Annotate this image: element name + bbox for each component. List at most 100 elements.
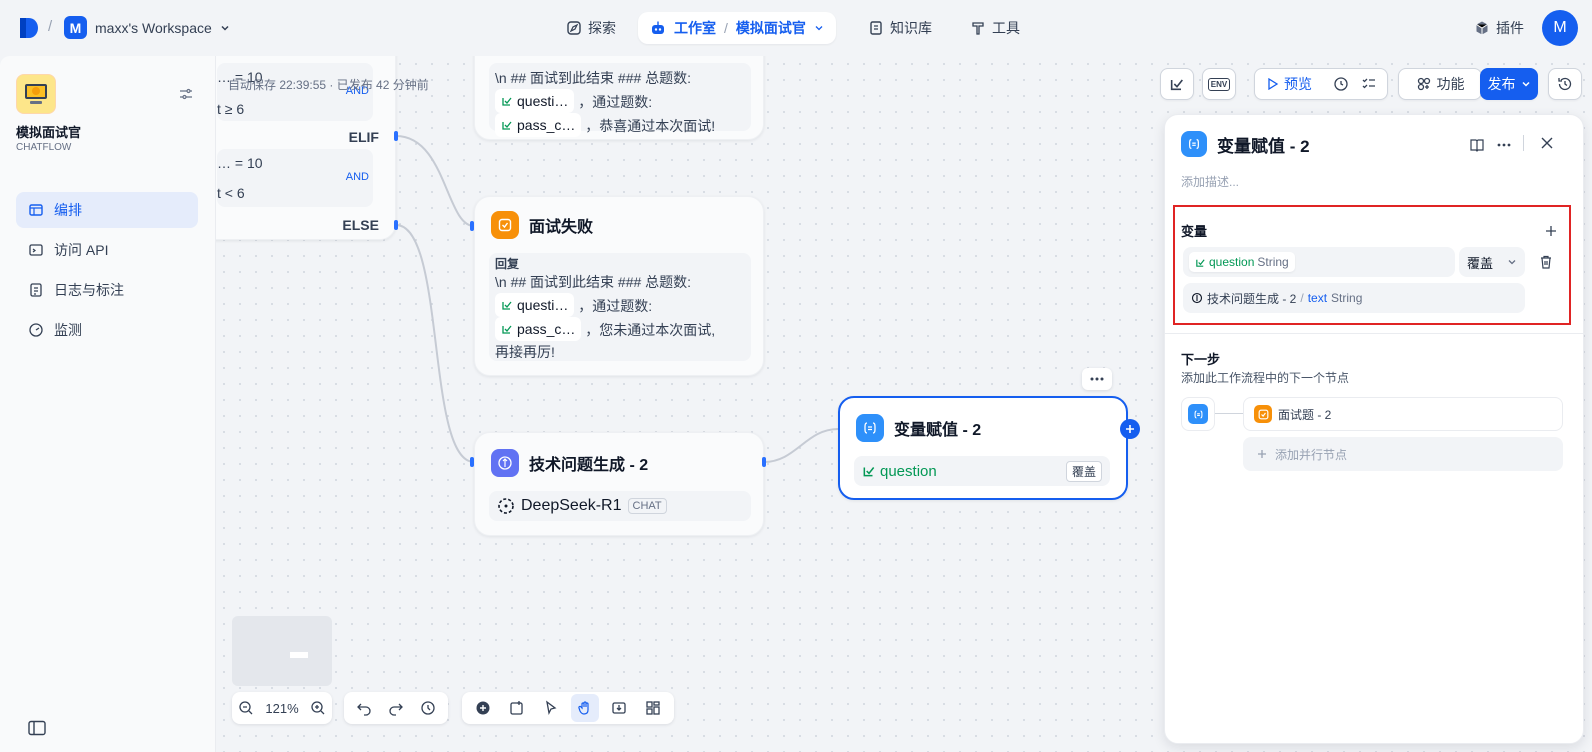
features-button[interactable]: 功能 [1398, 68, 1482, 100]
plus-circle-icon [476, 701, 490, 715]
answer-line-1: \n ## 面试到此结束 ### 总题数: [495, 274, 692, 290]
description-input[interactable]: 添加描述... [1181, 173, 1239, 190]
redo-icon [389, 703, 403, 716]
answer-text: ，通过题数: [578, 94, 653, 110]
redo-button[interactable] [382, 694, 410, 722]
assigned-variable: question 覆盖 [854, 456, 1110, 486]
panel-title[interactable]: 变量赋值 - 2 [1217, 132, 1310, 157]
version-history-button[interactable] [1548, 68, 1582, 100]
llm-icon [491, 449, 519, 477]
minimap[interactable] [232, 616, 332, 686]
layout-icon [29, 204, 43, 216]
top-navigation-bar: / M maxx's Workspace 探索 工作室 / 模拟面试官 知识库 … [0, 0, 1592, 56]
sidebar-item-api[interactable]: 访问 API [16, 232, 198, 268]
variable-name: question [1209, 255, 1255, 269]
nav-studio-label: 工作室 [674, 20, 716, 36]
answer-fail-node[interactable]: 面试失败 回复 \n ## 面试到此结束 ### 总题数: questi… ，通… [474, 196, 764, 376]
node-title-label: 变量赋值 - 2 [894, 422, 982, 439]
assigned-variable-selector[interactable]: question String [1183, 247, 1455, 277]
answer-text: ，您未通过本次面试, [585, 322, 716, 338]
add-node-button[interactable] [469, 694, 497, 722]
workspace-name: maxx's Workspace [95, 19, 212, 36]
source-variable-selector[interactable]: 技术问题生成 - 2 / text String [1183, 283, 1525, 313]
answer-text: ，通过题数: [578, 298, 653, 314]
settings-sliders-icon[interactable] [178, 86, 194, 102]
condition-4: t < 6 [217, 185, 245, 201]
user-avatar[interactable]: M [1542, 10, 1578, 46]
plus-icon[interactable] [1545, 225, 1557, 237]
next-node-item[interactable]: 面试题 - 2 [1243, 397, 1563, 431]
robot-icon [652, 21, 664, 34]
breadcrumb-separator: / [48, 18, 53, 35]
and-label: AND [345, 171, 369, 183]
zoom-out-icon[interactable] [238, 700, 254, 716]
nav-tools-label: 工具 [992, 20, 1020, 36]
checklist-button[interactable] [1361, 76, 1377, 92]
llm-node[interactable]: 技术问题生成 - 2 DeepSeek-R1 CHAT [474, 432, 764, 536]
variable-inspect-button[interactable] [1160, 68, 1194, 100]
pointer-mode-button[interactable] [537, 694, 565, 722]
variable-icon [502, 97, 512, 106]
workspace-switcher[interactable]: M maxx's Workspace [64, 16, 230, 39]
plus-icon [1258, 450, 1266, 458]
app-icon [16, 74, 56, 114]
elif-handle[interactable] [394, 131, 398, 141]
undo-button[interactable] [350, 694, 378, 722]
env-button[interactable]: ENV [1202, 68, 1236, 100]
answer-icon [491, 211, 519, 239]
nav-explore[interactable]: 探索 [566, 13, 616, 43]
node-more-button[interactable] [1082, 368, 1112, 390]
answer-text: 再接再厉! [495, 344, 555, 360]
nav-tools[interactable]: 工具 [970, 13, 1020, 43]
zoom-level[interactable]: 121% [258, 701, 306, 716]
add-parallel-node-button[interactable]: 添加并行节点 [1243, 437, 1563, 471]
sidebar-item-monitor[interactable]: 监测 [16, 312, 198, 348]
variable-assigner-node[interactable]: 变量赋值 - 2 question 覆盖 [838, 396, 1128, 500]
operation-badge: 覆盖 [1065, 460, 1102, 482]
variable-icon [502, 301, 512, 310]
app-name: 模拟面试官 [16, 125, 82, 140]
sidebar-item-orchestrate[interactable]: 编排 [16, 192, 198, 228]
node-title: 技术问题生成 - 2 [491, 449, 648, 477]
sidebar-item-logs[interactable]: 日志与标注 [16, 272, 198, 308]
checklist-run-button[interactable] [1333, 76, 1349, 92]
nav-knowledge[interactable]: 知识库 [868, 13, 932, 43]
checklist-icon [1362, 78, 1375, 89]
variable-name: pass_c… [517, 117, 576, 133]
else-handle[interactable] [394, 220, 398, 230]
model-selector[interactable]: DeepSeek-R1 CHAT [489, 491, 751, 521]
nav-studio[interactable]: 工作室 / 模拟面试官 [638, 12, 836, 44]
organize-button[interactable] [639, 694, 667, 722]
add-note-button[interactable] [503, 694, 531, 722]
gauge-icon [29, 323, 43, 337]
model-name: DeepSeek-R1 [521, 497, 622, 514]
variable-icon [1170, 79, 1183, 91]
add-next-node-button[interactable] [1120, 419, 1140, 439]
publish-button[interactable]: 发布 [1480, 68, 1538, 100]
dify-logo-icon[interactable] [18, 16, 40, 40]
nav-plugins[interactable]: 插件 [1474, 13, 1524, 43]
zoom-in-icon[interactable] [310, 700, 326, 716]
current-node-icon [1181, 397, 1215, 431]
condition-group-2: … = 10 AND t < 6 [217, 149, 373, 207]
history-button[interactable] [414, 694, 442, 722]
hand-mode-button[interactable] [571, 694, 599, 722]
help-doc-icon[interactable] [1469, 137, 1485, 153]
nav-app-label[interactable]: 模拟面试官 [736, 18, 806, 38]
close-icon[interactable] [1541, 137, 1553, 149]
preview-button[interactable]: 预览 [1267, 74, 1312, 94]
trash-icon[interactable] [1539, 255, 1553, 269]
condition-3: … = 10 [217, 155, 263, 171]
chevron-down-icon [221, 25, 229, 31]
operation-select[interactable]: 覆盖 [1459, 247, 1525, 277]
answer-pass-node[interactable]: \n ## 面试到此结束 ### 总题数: questi… ，通过题数: pas… [474, 56, 764, 140]
chevron-down-icon [815, 26, 823, 31]
target-handle[interactable] [470, 221, 474, 231]
target-handle[interactable] [470, 457, 474, 467]
collapse-sidebar-icon[interactable] [28, 720, 46, 736]
more-horizontal-icon[interactable] [1497, 143, 1511, 147]
export-button[interactable] [605, 694, 633, 722]
note-icon [510, 701, 523, 715]
variable-icon [502, 325, 512, 334]
source-handle[interactable] [762, 457, 766, 467]
